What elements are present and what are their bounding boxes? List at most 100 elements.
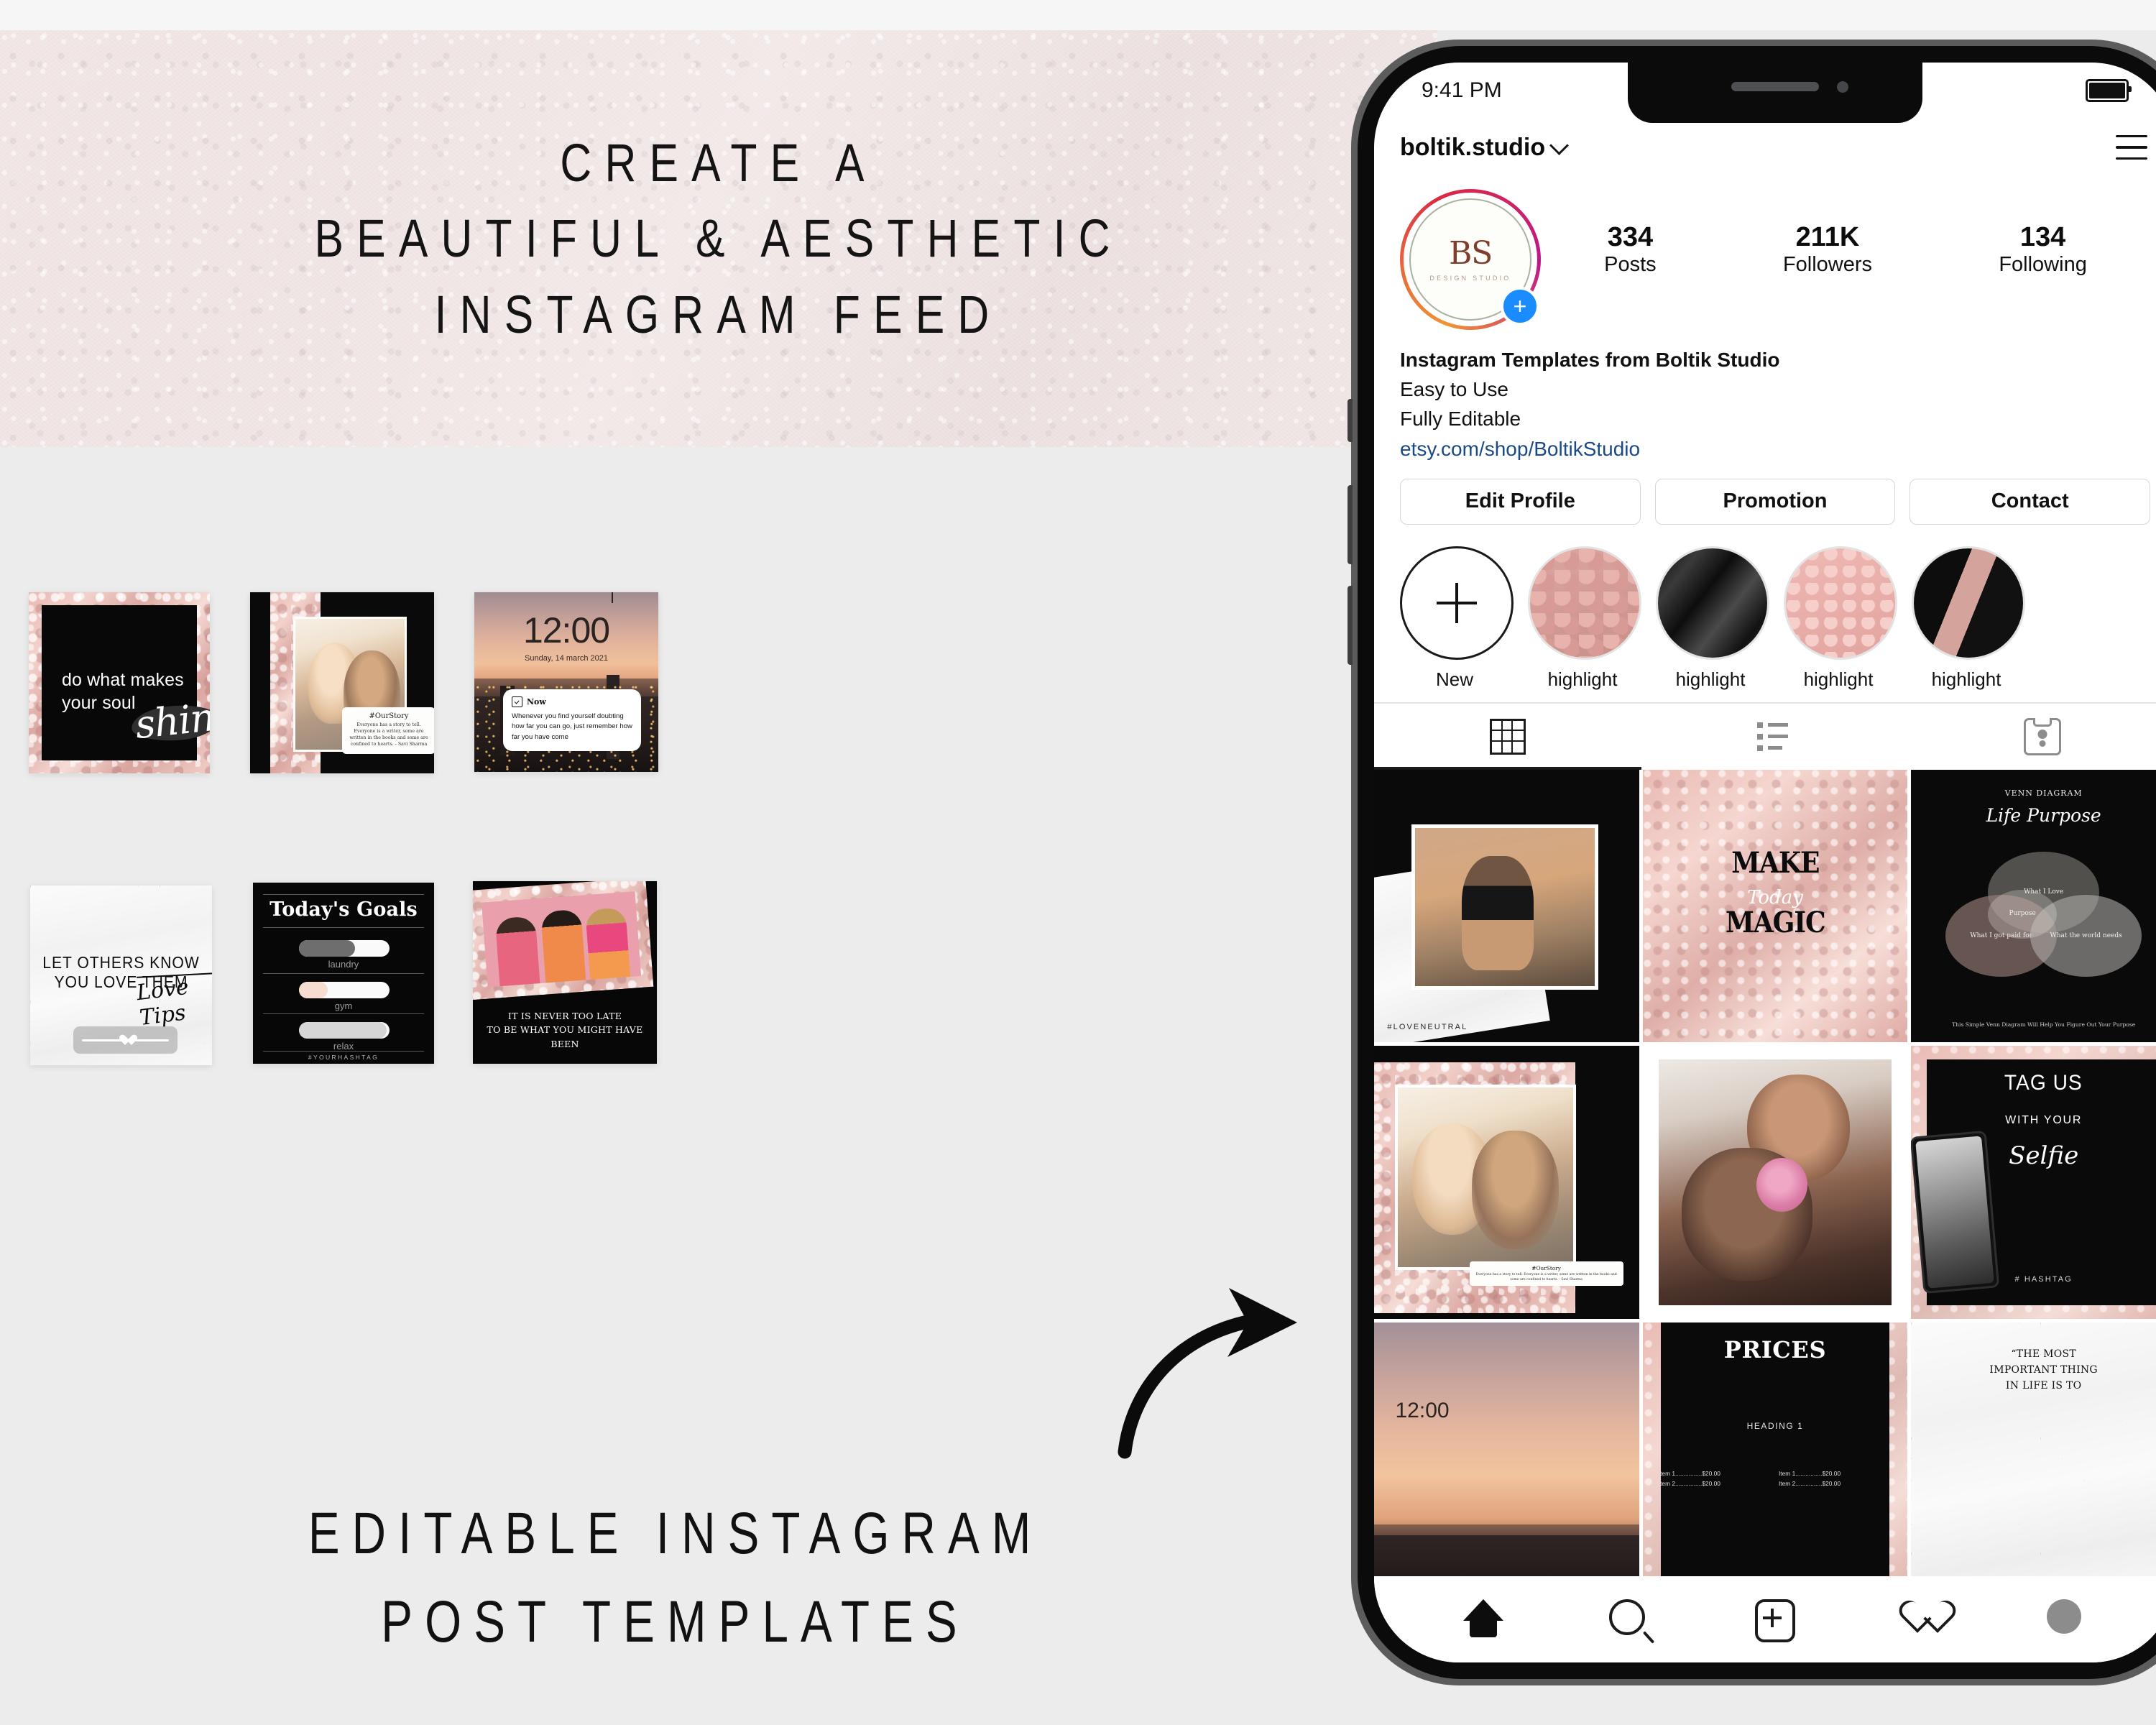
banner-line-1: CREATE A [560,133,877,193]
mini-phone-mockup [1911,1130,1999,1294]
stat-following[interactable]: 134 Following [1999,222,2087,277]
highlight-4[interactable]: highlight [1912,546,2025,691]
highlight-label-2: highlight [1675,668,1746,690]
stat-followers[interactable]: 211K Followers [1783,222,1872,277]
feed-quote: “THE MOST IMPORTANT THING IN LIFE IS TO [1927,1347,2156,1394]
highlight-2[interactable]: highlight [1656,546,1769,691]
feed-tile-our-story[interactable]: #OurStory Everyone has a story to tell. … [1374,1046,1639,1320]
price-item-4: Item 2................$20.00 [1778,1480,1841,1488]
nav-activity[interactable] [1901,1599,1941,1639]
heart-slider[interactable] [73,1026,178,1054]
template-card-love-tips[interactable]: LET OTHERS KNOW YOU LOVE THEM Love Tips [30,886,212,1065]
feed-tile-make-magic[interactable]: MAKE Today MAGIC [1642,769,1908,1043]
instagram-header: boltik.studio [1374,121,2156,173]
feed-tile-city-clock[interactable]: 12:00 [1374,1322,1639,1576]
highlight-label-3: highlight [1803,668,1874,690]
highlight-new[interactable]: New [1400,546,1514,691]
tab-grid[interactable] [1374,704,1641,770]
divider-2 [263,1013,424,1014]
feed-tile-most-important[interactable]: “THE MOST IMPORTANT THING IN LIFE IS TO [1911,1322,2156,1576]
followers-count: 211K [1795,222,1860,252]
add-story-button[interactable]: + [1501,287,1539,326]
feed-tile-prices[interactable]: PRICES HEADING 1 Item 1................$… [1642,1322,1908,1576]
goal-label-gym: gym [334,1000,353,1011]
quote-line-1: do what makes [62,670,184,690]
bottom-navigation-bar [1374,1576,2156,1662]
three-women-photo [482,891,642,988]
template-card-todays-goals[interactable]: Today's Goals laundry gym relax #YOURHAS… [253,883,434,1064]
magic-script: Today [1747,886,1803,908]
story-hashtag: #OurStory [369,712,409,720]
goals-title: Today's Goals [270,898,418,921]
woman-3 [585,907,631,980]
hamburger-menu-icon[interactable] [2116,135,2147,160]
contact-button[interactable]: Contact [1909,478,2151,525]
story-highlights: New highlight highlight highlight highli… [1400,546,2150,695]
divider-top [263,894,424,895]
profile-tabs [1374,702,2156,770]
chevron-down-icon [1549,135,1570,155]
heart-icon [1901,1599,1937,1632]
feed-story-hashtag: #OurStory [1531,1265,1561,1272]
template-card-never-too-late[interactable]: IT IS NEVER TOO LATE TO BE WHAT YOU MIGH… [473,881,657,1064]
tab-tagged[interactable] [1909,704,2156,770]
feed-quote-line-3: IN LIFE IS TO [2005,1379,2082,1392]
nav-home[interactable] [1462,1599,1503,1639]
volume-down-button[interactable] [1348,586,1353,665]
highlight-3[interactable]: highlight [1784,546,1897,691]
feed-couple-photo [1395,1084,1576,1271]
volume-up-button[interactable] [1348,485,1353,564]
love-headline-line-1: LET OTHERS KNOW [42,953,200,972]
story-note: #OurStory Everyone has a story to tell. … [342,707,434,754]
feed-tile-rose-beauty[interactable] [1642,1046,1908,1320]
banner-line-2: BEAUTIFUL & AESTHETIC [314,208,1123,269]
following-label: Following [1999,252,2087,276]
card-inner: do what makes your soul shine [42,605,210,760]
bio-line-2: Easy to Use [1400,377,1508,400]
tag-us-hashtag: # HASHTAG [2014,1274,2073,1284]
phone-screen: 9:41 PM boltik.studio BS DESIGN STUDIO +… [1374,63,2156,1662]
feed-tile-tag-us[interactable]: TAG US WITH YOUR Selfie # HASHTAG [1911,1046,2156,1320]
nav-profile[interactable] [2047,1599,2087,1639]
nav-search[interactable] [1608,1599,1649,1639]
tab-list[interactable] [1641,704,1909,770]
feed-city-ground [1374,1524,1639,1576]
feed-tile-venn-diagram[interactable]: VENN DIAGRAM Life Purpose What I Love Wh… [1911,769,2156,1043]
rose-photo-frame [473,881,654,1000]
promotion-button[interactable]: Promotion [1654,478,1896,525]
avatar-subtitle: DESIGN STUDIO [1429,274,1511,282]
template-card-our-story[interactable]: #OurStory Everyone has a story to tell. … [250,592,434,773]
bio-link[interactable]: etsy.com/shop/BoltikStudio [1400,434,2150,464]
edit-profile-button[interactable]: Edit Profile [1400,478,1641,525]
venn-footer: This Simple Venn Diagram Will Help You F… [1952,1021,2136,1028]
profile-avatar-icon [2047,1599,2082,1634]
heart-icon [119,1034,132,1046]
following-count: 134 [2019,222,2066,252]
magic-line-1: MAKE [1731,845,1820,880]
profile-bio: Instagram Templates from Boltik Studio E… [1400,330,2150,464]
feed-clock: 12:00 [1395,1399,1450,1423]
feed-tile-loveneutral[interactable]: #LOVENEUTRAL [1374,769,1639,1043]
feed-photo [1411,824,1599,990]
highlight-label-new: New [1435,668,1473,690]
grid-icon [1490,718,1526,755]
template-card-soul-shine[interactable]: do what makes your soul shine [29,592,210,773]
followers-label: Followers [1782,252,1873,276]
feed-story-note: #OurStory Everyone has a story to tell. … [1469,1261,1623,1287]
template-card-lockscreen[interactable]: 12:00 Sunday, 14 march 2021 Now Whenever… [474,592,658,772]
venn-center-label: Purpose [1988,889,2058,939]
plus-icon [1437,582,1477,623]
search-icon [1608,1599,1645,1635]
prices-items: Item 1................$20.00 Item 1.....… [1659,1470,1892,1487]
nav-add-post[interactable] [1754,1599,1795,1642]
feed-quote-line-1: “THE MOST [2011,1348,2076,1361]
template-gallery: do what makes your soul shine #OurStory … [0,561,1351,1423]
goals-hashtag: #YOURHASHTAG [308,1054,379,1061]
never-too-late-caption: IT IS NEVER TOO LATE TO BE WHAT YOU MIGH… [480,1009,650,1051]
profile-feed-grid: #LOVENEUTRAL MAKE Today MAGIC VENN DIAGR… [1374,769,2156,1576]
venn-eyebrow: VENN DIAGRAM [2004,788,2083,799]
highlight-1[interactable]: highlight [1528,546,1641,691]
stat-posts[interactable]: 334 Posts [1604,222,1657,277]
rose-flower [1756,1158,1808,1213]
goal-bar-laundry [299,940,390,957]
